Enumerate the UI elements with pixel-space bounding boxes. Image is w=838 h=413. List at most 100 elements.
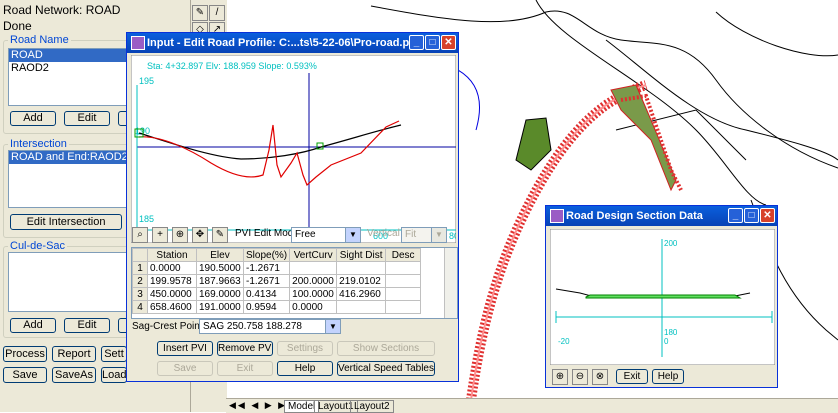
close-button[interactable]: ✕ xyxy=(760,208,775,223)
settings-button[interactable]: Settings xyxy=(277,341,333,356)
chevron-down-icon[interactable]: ▼ xyxy=(325,320,340,333)
intersection-title: Intersection xyxy=(8,138,69,150)
slope-cell[interactable]: 0.9594 xyxy=(242,300,291,314)
zoom-in-icon[interactable]: ⊕ xyxy=(552,369,568,385)
slope-cell[interactable]: -1.2671 xyxy=(242,274,291,288)
sightdist-cell[interactable]: 219.0102 xyxy=(336,274,387,288)
slope-cell[interactable]: 0.4134 xyxy=(242,287,291,301)
zoom-window-icon[interactable]: ⌕ xyxy=(132,227,148,243)
zoom-in-icon[interactable]: + xyxy=(152,227,168,243)
maximize-button[interactable]: □ xyxy=(744,208,759,223)
elev-cell[interactable]: 190.5000 xyxy=(196,261,244,275)
app-icon xyxy=(131,36,145,50)
zoom-extents-icon[interactable]: ⊕ xyxy=(172,227,188,243)
help-button[interactable]: Help xyxy=(652,369,684,384)
app-icon xyxy=(550,209,564,223)
pvi-table[interactable]: Station Elev Slope(%) VertCurv Sight Dis… xyxy=(132,248,422,314)
section-design-template xyxy=(585,294,742,299)
desc-cell[interactable] xyxy=(385,287,422,301)
desc-cell[interactable] xyxy=(385,300,422,314)
station-cell[interactable]: 199.9578 xyxy=(147,274,197,288)
status-text: Done xyxy=(3,19,32,33)
vertical-speed-tables-button[interactable]: Vertical Speed Tables xyxy=(337,361,435,376)
chevron-down-icon[interactable]: ▼ xyxy=(431,228,446,242)
chevron-down-icon[interactable]: ▼ xyxy=(345,228,360,242)
remove-pvi-button[interactable]: Remove PVI xyxy=(217,341,273,356)
section-window: Road Design Section Data _ □ ✕ 200 180 -… xyxy=(545,205,778,388)
sag-crest-label: Sag-Crest Points xyxy=(132,321,208,332)
table-row[interactable]: 2 199.9578 187.9663 -1.2671 200.0000 219… xyxy=(132,274,422,288)
y-top-label: 195 xyxy=(139,76,154,86)
elev-cell[interactable]: 191.0000 xyxy=(196,300,244,314)
section-graph[interactable]: 200 180 -20 0 xyxy=(550,229,775,365)
close-button[interactable]: ✕ xyxy=(441,35,456,50)
vertcurv-cell[interactable]: 200.0000 xyxy=(289,274,338,288)
minimize-button[interactable]: _ xyxy=(728,208,743,223)
sag-crest-select[interactable]: SAG 250.758 188.278 ▼ xyxy=(199,319,341,334)
sightdist-cell[interactable] xyxy=(336,261,387,275)
vertcurv-cell[interactable]: 100.0000 xyxy=(289,287,338,301)
row-number: 1 xyxy=(132,261,148,275)
station-cell[interactable]: 450.0000 xyxy=(147,287,197,301)
table-row[interactable]: 1 0.0000 190.5000 -1.2671 xyxy=(132,261,422,275)
pvi-edit-mode-select[interactable]: Free ▼ xyxy=(291,227,361,243)
section-titlebar[interactable]: Road Design Section Data _ □ ✕ xyxy=(546,206,777,226)
culdesac-edit-button[interactable]: Edit xyxy=(64,318,110,333)
culdesac-title: Cul-de-Sac xyxy=(8,240,68,252)
sightdist-cell[interactable] xyxy=(336,300,387,314)
pencil-icon[interactable]: ✎ xyxy=(192,5,208,21)
elev-cell[interactable]: 187.9663 xyxy=(196,274,244,288)
x-tick-800: 80 xyxy=(449,231,456,241)
table-scrollbar[interactable] xyxy=(444,248,457,318)
edit-pencil-icon[interactable]: ✎ xyxy=(212,227,228,243)
tab-layout2[interactable]: Layout2 xyxy=(350,400,394,413)
process-button[interactable]: Process xyxy=(3,346,47,362)
culdesac-add-button[interactable]: Add xyxy=(10,318,56,333)
table-row[interactable]: 4 658.4600 191.0000 0.9594 0.0000 xyxy=(132,300,422,314)
vertcurv-cell[interactable] xyxy=(289,261,338,275)
load-button[interactable]: Load xyxy=(101,367,127,383)
profile-graph[interactable]: Sta: 4+32.897 Elv: 188.959 Slope: 0.593%… xyxy=(131,55,456,243)
road-edit-button[interactable]: Edit xyxy=(64,111,110,126)
show-sections-button[interactable]: Show Sections xyxy=(337,341,435,356)
slope-cell[interactable]: -1.2671 xyxy=(242,261,291,275)
maximize-button[interactable]: □ xyxy=(425,35,440,50)
settings-button[interactable]: Sett xyxy=(101,346,127,362)
vertical-select[interactable]: Fit ▼ xyxy=(401,227,447,243)
zoom-out-icon[interactable]: ⊖ xyxy=(572,369,588,385)
station-cell[interactable]: 0.0000 xyxy=(147,261,197,275)
profile-title: Input - Edit Road Profile: C:...ts\5-22-… xyxy=(147,37,421,49)
sag-crest-value: SAG 250.758 188.278 xyxy=(203,321,302,332)
desc-cell[interactable] xyxy=(385,274,422,288)
table-row[interactable]: 3 450.0000 169.0000 0.4134 100.0000 416.… xyxy=(132,287,422,301)
col-slope: Slope(%) xyxy=(242,248,291,262)
col-elev: Elev xyxy=(196,248,244,262)
vertcurv-cell[interactable]: 0.0000 xyxy=(289,300,338,314)
minimize-button[interactable]: _ xyxy=(409,35,424,50)
exit-button[interactable]: Exit xyxy=(616,369,648,384)
station-cell[interactable]: 658.4600 xyxy=(147,300,197,314)
save-button[interactable]: Save xyxy=(157,361,213,376)
network-label: Road Network: ROAD xyxy=(3,3,121,17)
profile-titlebar[interactable]: Input - Edit Road Profile: C:...ts\5-22-… xyxy=(127,33,458,53)
edit-intersection-button[interactable]: Edit Intersection xyxy=(10,214,122,230)
sightdist-cell[interactable]: 416.2960 xyxy=(336,287,387,301)
line-tool-icon[interactable]: / xyxy=(209,5,225,21)
exit-button[interactable]: Exit xyxy=(217,361,273,376)
pan-icon[interactable]: ✥ xyxy=(192,227,208,243)
row-number: 3 xyxy=(132,287,148,301)
road-name-title: Road Name xyxy=(8,34,71,46)
y-bottom-label: 185 xyxy=(139,214,154,224)
report-button[interactable]: Report xyxy=(52,346,96,362)
elev-cell[interactable]: 169.0000 xyxy=(196,287,244,301)
pvi-table-container[interactable]: Station Elev Slope(%) VertCurv Sight Dis… xyxy=(131,247,458,319)
insert-pvi-button[interactable]: Insert PVI xyxy=(157,341,213,356)
help-button[interactable]: Help xyxy=(277,361,333,376)
saveas-button[interactable]: SaveAs xyxy=(52,367,96,383)
desc-cell[interactable] xyxy=(385,261,422,275)
road-add-button[interactable]: Add xyxy=(10,111,56,126)
zoom-extents-icon[interactable]: ⊗ xyxy=(592,369,608,385)
save-button[interactable]: Save xyxy=(3,367,47,383)
pvi-edit-mode-value: Free xyxy=(295,229,316,240)
col-desc: Desc xyxy=(385,248,422,262)
